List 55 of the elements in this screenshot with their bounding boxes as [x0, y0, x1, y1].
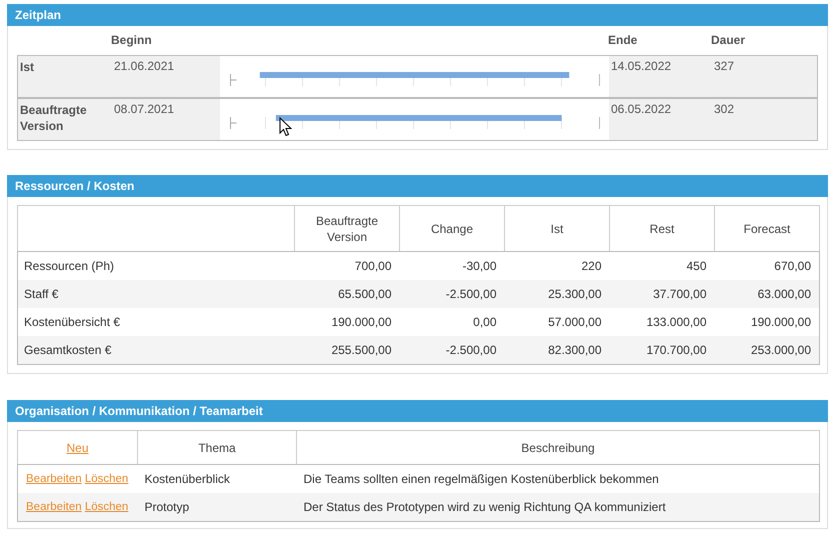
table-cell: 0,00	[400, 308, 504, 336]
table-cell: 57.000,00	[504, 308, 610, 336]
row-label: Ist	[20, 60, 34, 74]
column-header: Change	[400, 206, 504, 252]
table-cell: 133.000,00	[610, 308, 714, 336]
table-cell: 190.000,00	[714, 308, 820, 336]
edit-link[interactable]: Bearbeiten	[26, 473, 82, 485]
column-header: Dauer	[711, 33, 746, 47]
row-label: Beauftragte Version	[20, 103, 87, 133]
table-cell: 37.700,00	[610, 280, 714, 308]
table-cell: 220	[504, 252, 610, 280]
column-header: Forecast	[714, 206, 820, 252]
row-label: Staff €	[18, 280, 294, 308]
table-cell: 327	[714, 59, 734, 73]
mouse-cursor-icon	[279, 117, 293, 137]
delete-link[interactable]: Löschen	[84, 501, 128, 513]
table-cell: Der Status des Prototypen wird zu wenig Richtung QA kommuniziert	[296, 493, 820, 522]
table-cell: 450	[610, 252, 714, 280]
table-cell: 06.05.2022	[611, 102, 672, 116]
table-cell: 21.06.2021	[114, 59, 174, 73]
table-cell: Prototyp	[138, 493, 296, 522]
column-header: Beauftragte Version	[294, 206, 400, 252]
table-cell: 65.500,00	[294, 280, 400, 308]
row-label: Kostenübersicht €	[18, 308, 294, 336]
panel-title: Ressourcen / Kosten	[15, 179, 134, 193]
table-cell: 82.300,00	[504, 336, 610, 364]
table-cell: 63.000,00	[714, 280, 820, 308]
table-cell: 170.700,00	[610, 336, 714, 364]
table-cell: 253.000,00	[714, 336, 820, 364]
panel-title: Organisation / Kommunikation / Teamarbeit	[15, 404, 263, 418]
row-label: Gesamtkosten €	[18, 336, 294, 364]
column-header: Ist	[504, 206, 610, 252]
edit-link[interactable]: Bearbeiten	[26, 501, 82, 513]
table-cell: 700,00	[294, 252, 400, 280]
table-cell: 25.300,00	[504, 280, 610, 308]
table-cell: -2.500,00	[400, 280, 504, 308]
delete-link[interactable]: Löschen	[84, 473, 128, 485]
table-cell: 14.05.2022	[611, 59, 672, 73]
table-cell: Kostenüberblick	[138, 464, 296, 493]
table-cell: 255.500,00	[294, 336, 400, 364]
table-cell: 08.07.2021	[114, 102, 174, 116]
table-cell: -30,00	[400, 252, 504, 280]
table-cell: Die Teams sollten einen regelmäßigen Kostenüberblick bekommen	[296, 464, 820, 493]
column-header: Beschreibung	[296, 430, 820, 464]
panel-title: Zeitplan	[15, 8, 62, 22]
table-cell: 190.000,00	[294, 308, 400, 336]
table-cell: -2.500,00	[400, 336, 504, 364]
new-link[interactable]: Neu	[66, 440, 88, 454]
table-cell: 670,00	[714, 252, 820, 280]
column-header: Ende	[608, 33, 638, 47]
column-header: Rest	[610, 206, 714, 252]
column-header: Thema	[138, 430, 296, 464]
row-label: Ressourcen (Ph)	[18, 252, 294, 280]
column-header: Beginn	[111, 33, 152, 47]
table-cell: 302	[714, 102, 734, 116]
